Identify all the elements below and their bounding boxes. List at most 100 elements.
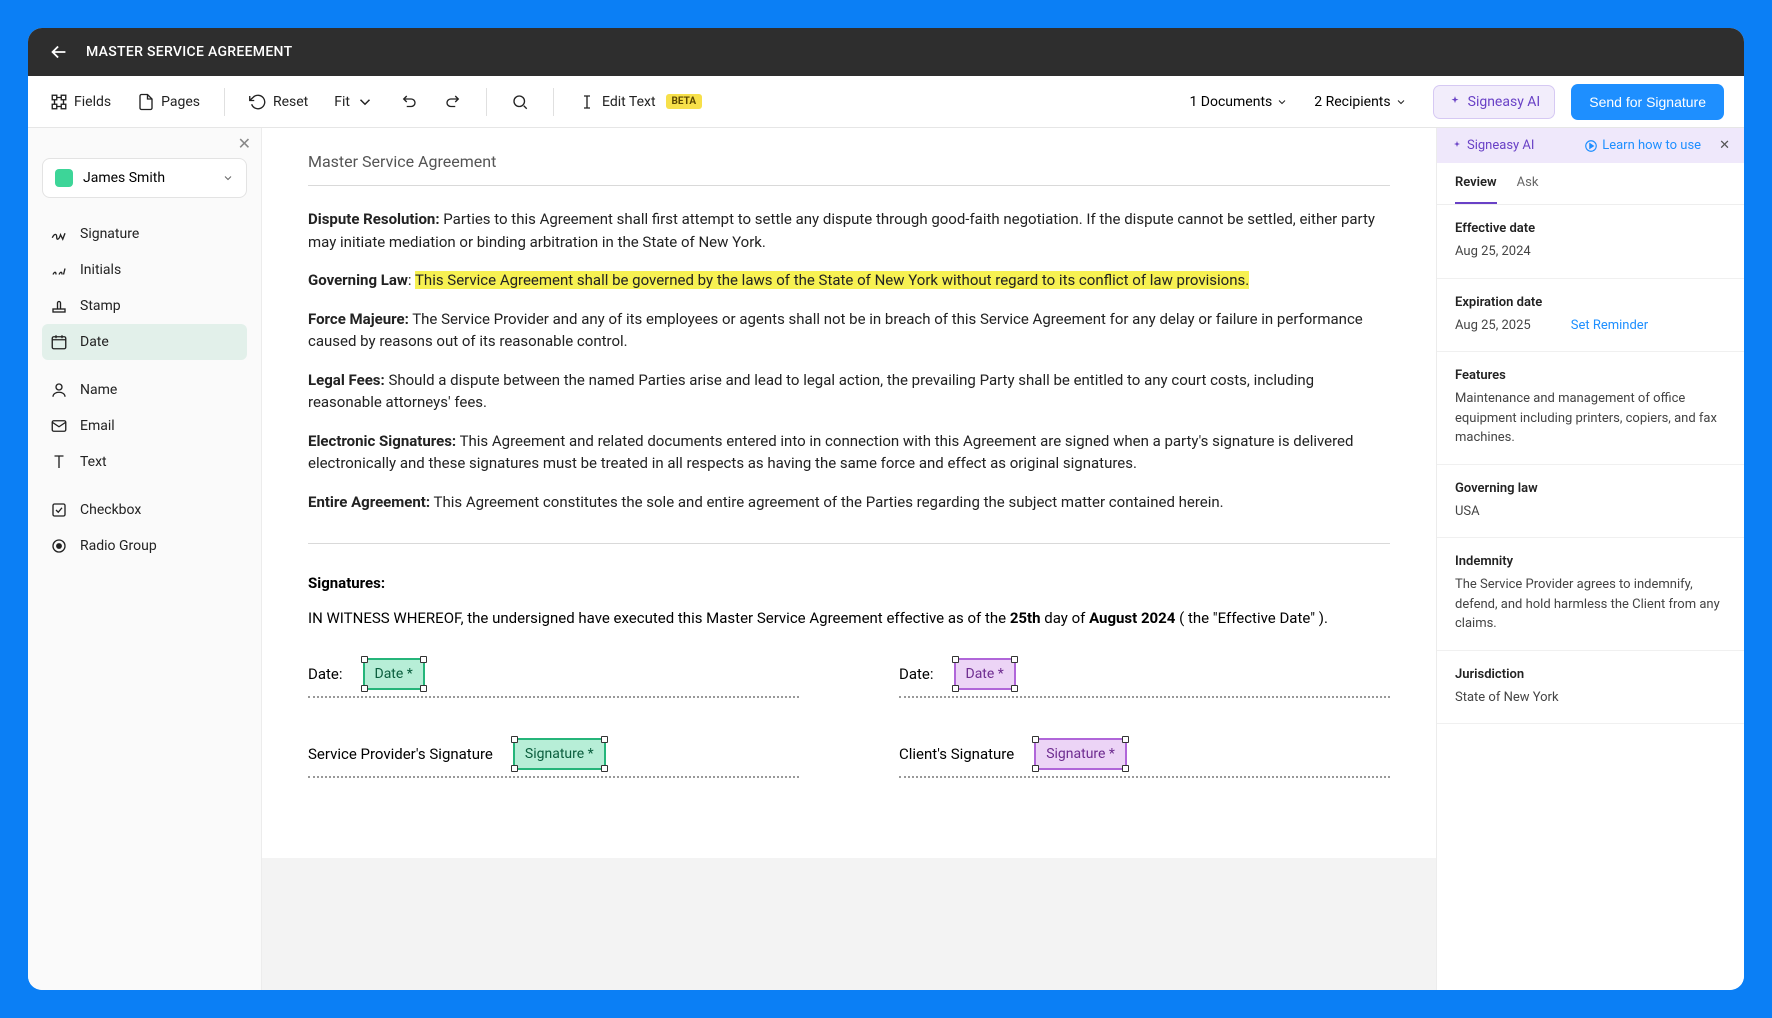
field-date[interactable]: Date — [42, 324, 247, 360]
document-heading: Master Service Agreement — [308, 152, 1390, 186]
review-features[interactable]: Features Maintenance and management of o… — [1437, 352, 1744, 465]
dispute-section: Dispute Resolution: Parties to this Agre… — [308, 208, 1390, 253]
review-jurisdiction[interactable]: Jurisdiction State of New York — [1437, 651, 1744, 725]
field-initials-label: Initials — [80, 262, 121, 278]
field-email[interactable]: Email — [42, 408, 247, 444]
force-majeure-section: Force Majeure: The Service Provider and … — [308, 308, 1390, 353]
radio-icon — [50, 537, 68, 555]
reset-icon — [249, 93, 267, 111]
field-signature-label: Signature — [80, 226, 139, 242]
field-stamp[interactable]: Stamp — [42, 288, 247, 324]
chevron-down-icon — [356, 93, 374, 111]
review-indemnity[interactable]: Indemnity The Service Provider agrees to… — [1437, 538, 1744, 651]
signature-field-recipient-1[interactable]: Signature * — [513, 738, 606, 770]
pages-icon — [137, 93, 155, 111]
close-panel-icon[interactable]: ✕ — [238, 134, 251, 153]
rotate-left-button[interactable] — [390, 87, 428, 117]
legal-fees-section: Legal Fees: Should a dispute between the… — [308, 369, 1390, 414]
fields-button[interactable]: Fields — [40, 87, 121, 117]
rotate-right-icon — [444, 93, 462, 111]
field-checkbox-label: Checkbox — [80, 502, 141, 518]
signeasy-ai-label: Signeasy AI — [1468, 94, 1541, 110]
calendar-icon — [50, 333, 68, 351]
fields-panel: ✕ James Smith Signature Initials Stamp D… — [28, 128, 262, 990]
field-name[interactable]: Name — [42, 372, 247, 408]
toolbar: Fields Pages Reset Fit Edit Text BET — [28, 76, 1744, 128]
back-arrow-icon[interactable] — [48, 41, 70, 63]
ai-panel-title: Signeasy AI — [1451, 138, 1534, 153]
edit-text-button[interactable]: Edit Text BETA — [568, 87, 712, 117]
field-text[interactable]: Text — [42, 444, 247, 480]
field-name-label: Name — [80, 382, 117, 398]
ai-tabs: Review Ask — [1437, 163, 1744, 205]
chevron-down-icon — [1395, 96, 1407, 108]
email-icon — [50, 417, 68, 435]
highlighted-text: This Service Agreement shall be governed… — [415, 271, 1249, 289]
checkbox-icon — [50, 501, 68, 519]
fit-label: Fit — [334, 94, 350, 110]
send-for-signature-button[interactable]: Send for Signature — [1571, 84, 1724, 120]
ai-panel: Signeasy AI Learn how to use ✕ Review As… — [1436, 128, 1744, 990]
electronic-section: Electronic Signatures: This Agreement an… — [308, 430, 1390, 475]
governing-section: Governing Law: This Service Agreement sh… — [308, 269, 1390, 292]
date-label-2: Date: — [899, 665, 934, 683]
signature-field-recipient-2[interactable]: Signature * — [1034, 738, 1127, 770]
play-circle-icon — [1584, 139, 1598, 153]
close-ai-panel-icon[interactable]: ✕ — [1719, 138, 1730, 153]
sparkle-icon — [1451, 140, 1463, 152]
reset-button[interactable]: Reset — [239, 87, 318, 117]
learn-how-to-use-link[interactable]: Learn how to use — [1584, 138, 1701, 153]
service-provider-sig-label: Service Provider's Signature — [308, 745, 493, 763]
text-cursor-icon — [578, 93, 596, 111]
field-stamp-label: Stamp — [80, 298, 121, 314]
signeasy-ai-button[interactable]: Signeasy AI — [1433, 85, 1556, 119]
field-email-label: Email — [80, 418, 115, 434]
fields-label: Fields — [74, 94, 111, 110]
set-reminder-link[interactable]: Set Reminder — [1571, 318, 1648, 333]
tab-review[interactable]: Review — [1455, 163, 1497, 204]
initials-icon — [50, 261, 68, 279]
field-text-label: Text — [80, 454, 107, 470]
search-icon — [511, 93, 529, 111]
field-initials[interactable]: Initials — [42, 252, 247, 288]
rotate-right-button[interactable] — [434, 87, 472, 117]
pages-button[interactable]: Pages — [127, 87, 210, 117]
documents-dropdown[interactable]: 1 Documents — [1179, 88, 1298, 116]
sparkle-icon — [1448, 95, 1462, 109]
signatures-heading: Signatures: — [308, 543, 1390, 592]
date-field-recipient-2[interactable]: Date * — [954, 658, 1016, 690]
search-button[interactable] — [501, 87, 539, 117]
fit-dropdown[interactable]: Fit — [324, 87, 384, 117]
chevron-down-icon — [1276, 96, 1288, 108]
witness-line: IN WITNESS WHEREOF, the undersigned have… — [308, 606, 1390, 630]
review-expiration-date[interactable]: Expiration date Aug 25, 2025 Set Reminde… — [1437, 279, 1744, 353]
field-checkbox[interactable]: Checkbox — [42, 492, 247, 528]
document-title: MASTER SERVICE AGREEMENT — [86, 44, 292, 60]
recipient-name: James Smith — [83, 170, 212, 186]
title-bar: MASTER SERVICE AGREEMENT — [28, 28, 1744, 76]
recipient-color-swatch — [55, 169, 73, 187]
recipient-selector[interactable]: James Smith — [42, 158, 247, 198]
recipients-dropdown[interactable]: 2 Recipients — [1304, 88, 1416, 116]
beta-badge: BETA — [666, 94, 703, 109]
rotate-left-icon — [400, 93, 418, 111]
field-radio[interactable]: Radio Group — [42, 528, 247, 564]
entire-section: Entire Agreement: This Agreement constit… — [308, 491, 1390, 514]
review-list: Effective date Aug 25, 2024 Expiration d… — [1437, 205, 1744, 724]
chevron-down-icon — [222, 172, 234, 184]
client-sig-label: Client's Signature — [899, 745, 1014, 763]
field-radio-label: Radio Group — [80, 538, 157, 554]
signature-icon — [50, 225, 68, 243]
document-viewport[interactable]: Master Service Agreement Dispute Resolut… — [262, 128, 1436, 990]
field-date-label: Date — [80, 334, 109, 350]
reset-label: Reset — [273, 94, 308, 110]
date-field-recipient-1[interactable]: Date * — [363, 658, 425, 690]
tab-ask[interactable]: Ask — [1517, 163, 1539, 204]
review-governing-law[interactable]: Governing law USA — [1437, 465, 1744, 539]
stamp-icon — [50, 297, 68, 315]
review-effective-date[interactable]: Effective date Aug 25, 2024 — [1437, 205, 1744, 279]
documents-count-label: 1 Documents — [1189, 94, 1272, 110]
recipients-count-label: 2 Recipients — [1314, 94, 1390, 110]
document-page: Master Service Agreement Dispute Resolut… — [262, 128, 1436, 858]
field-signature[interactable]: Signature — [42, 216, 247, 252]
